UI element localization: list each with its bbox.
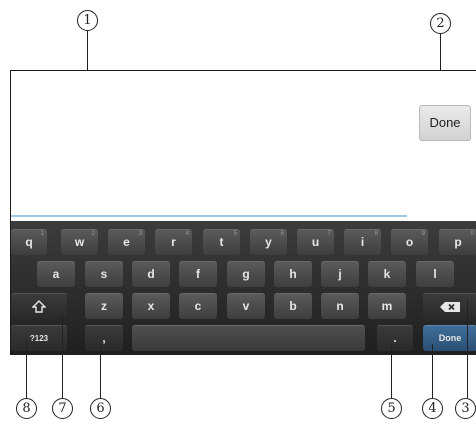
key-r-hint: 4 <box>185 231 189 237</box>
key-p-hint: 0 <box>470 231 474 237</box>
key-d[interactable]: d <box>132 261 170 287</box>
key-r[interactable]: r4 <box>155 229 192 255</box>
key-q-label: q <box>25 235 33 249</box>
key-l[interactable]: l <box>416 261 454 287</box>
key-e-hint: 3 <box>138 231 142 237</box>
key-e-label: e <box>123 235 130 249</box>
done-button[interactable]: Done <box>419 105 471 141</box>
period-label: . <box>393 331 397 345</box>
text-input-area[interactable] <box>11 71 476 221</box>
key-j[interactable]: j <box>321 261 359 287</box>
symbols-key[interactable]: ?123 <box>11 325 67 351</box>
callout-5-leader <box>391 344 393 398</box>
callout-7: 7 <box>52 398 73 419</box>
key-q-hint: 1 <box>40 231 44 237</box>
key-i[interactable]: i8 <box>344 229 381 255</box>
key-w-label: w <box>74 235 85 249</box>
key-o[interactable]: o9 <box>391 229 428 255</box>
period-key[interactable]: . <box>377 325 413 351</box>
shift-key[interactable] <box>11 293 67 319</box>
callout-2: 2 <box>430 13 451 34</box>
key-y-hint: 6 <box>280 231 284 237</box>
callout-5: 5 <box>381 398 402 419</box>
key-t-label: t <box>219 235 224 249</box>
key-p[interactable]: p0 <box>439 229 476 255</box>
key-u-label: u <box>311 235 320 249</box>
space-bar[interactable] <box>132 325 365 351</box>
key-y-label: y <box>265 235 272 249</box>
callout-4: 4 <box>422 398 443 419</box>
key-z[interactable]: z <box>85 293 123 319</box>
callout-8-leader <box>26 340 28 398</box>
key-i-hint: 8 <box>374 231 378 237</box>
key-c[interactable]: c <box>179 293 217 319</box>
key-n[interactable]: n <box>321 293 359 319</box>
key-b[interactable]: b <box>274 293 312 319</box>
key-f[interactable]: f <box>179 261 217 287</box>
key-t[interactable]: t5 <box>203 229 240 255</box>
key-o-label: o <box>405 235 414 249</box>
key-q[interactable]: q1 <box>11 229 47 255</box>
key-y[interactable]: y6 <box>250 229 287 255</box>
key-x[interactable]: x <box>132 293 170 319</box>
comma-key[interactable]: , <box>85 325 123 351</box>
key-v[interactable]: v <box>227 293 265 319</box>
callout-1: 1 <box>77 10 98 31</box>
key-t-hint: 5 <box>233 231 237 237</box>
key-e[interactable]: e3 <box>108 229 145 255</box>
key-k[interactable]: k <box>368 261 406 287</box>
key-h[interactable]: h <box>274 261 312 287</box>
callout-7-leader <box>62 314 64 398</box>
key-w[interactable]: w2 <box>61 229 98 255</box>
key-w-hint: 2 <box>91 231 95 237</box>
key-i-label: i <box>360 235 365 249</box>
key-o-hint: 9 <box>421 231 425 237</box>
key-r-label: r <box>171 235 176 249</box>
callout-3-leader <box>467 300 469 398</box>
callout-8: 8 <box>16 398 37 419</box>
key-u[interactable]: u7 <box>297 229 334 255</box>
key-m[interactable]: m <box>368 293 406 319</box>
callout-4-leader <box>432 344 434 398</box>
key-u-hint: 7 <box>327 231 331 237</box>
backspace-icon <box>439 299 461 313</box>
device-screen: Done q1 w2 e3 r4 t5 y6 u7 i8 o9 p0 a s d… <box>10 70 476 355</box>
text-input-underline <box>11 215 407 217</box>
shift-up-arrow-icon <box>31 299 47 314</box>
key-g[interactable]: g <box>227 261 265 287</box>
callout-6-leader <box>100 344 102 398</box>
comma-label: , <box>102 331 106 345</box>
on-screen-keyboard: q1 w2 e3 r4 t5 y6 u7 i8 o9 p0 a s d f g … <box>11 221 476 355</box>
callout-3: 3 <box>455 398 476 419</box>
key-p-label: p <box>454 235 462 249</box>
callout-6: 6 <box>90 398 111 419</box>
key-a[interactable]: a <box>37 261 75 287</box>
key-s[interactable]: s <box>85 261 123 287</box>
